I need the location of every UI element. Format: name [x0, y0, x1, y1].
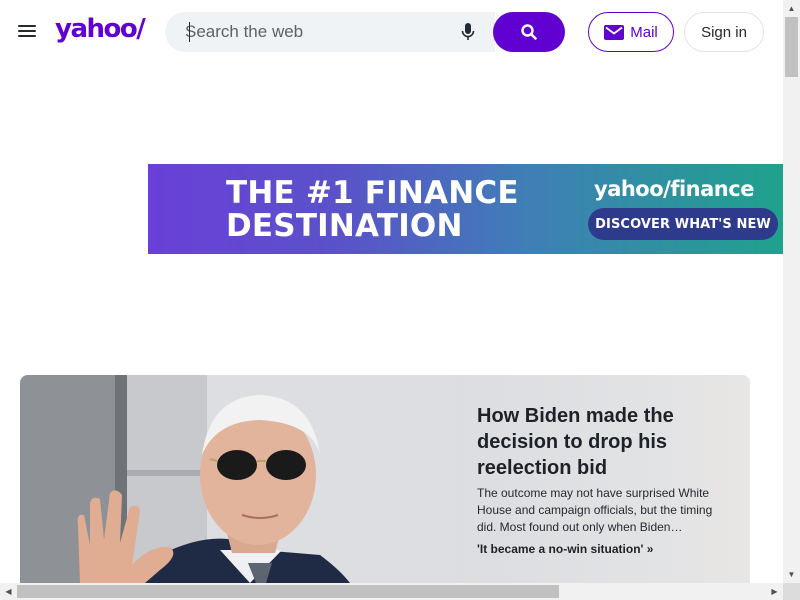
scroll-up-arrow-icon[interactable]: ▲	[783, 0, 800, 17]
finance-ad-banner[interactable]: THE #1 FINANCE DESTINATION yahoo/finance…	[148, 164, 783, 254]
sign-in-button[interactable]: Sign in	[684, 12, 764, 52]
scroll-left-arrow-icon[interactable]: ◀	[0, 583, 17, 600]
mail-button[interactable]: Mail	[588, 12, 674, 52]
top-header: yahoo/ Mail Sign in	[0, 0, 783, 64]
hero-story-title[interactable]: How Biden made the decision to drop his …	[477, 403, 737, 481]
hero-related-link[interactable]: 'It became a no-win situation' »	[477, 542, 653, 556]
text-cursor	[189, 22, 190, 42]
search-box[interactable]	[165, 12, 495, 52]
mail-icon	[604, 24, 625, 40]
hero-story-card[interactable]: How Biden made the decision to drop his …	[20, 375, 750, 583]
yahoo-logo[interactable]: yahoo/	[55, 14, 146, 44]
page-viewport: yahoo/ Mail Sign in	[0, 0, 783, 583]
horizontal-scrollbar[interactable]: ◀ ▶	[0, 583, 783, 600]
vertical-scrollbar[interactable]: ▲ ▼	[783, 0, 800, 583]
hero-story-summary: The outcome may not have surprised White…	[477, 486, 713, 534]
search-input[interactable]	[185, 12, 445, 52]
scrollbar-corner	[783, 583, 800, 600]
search-button[interactable]	[493, 12, 565, 52]
scroll-right-arrow-icon[interactable]: ▶	[766, 583, 783, 600]
ad-brand-logo: yahoo/finance	[594, 177, 754, 201]
mail-label: Mail	[630, 23, 658, 41]
ad-cta-button[interactable]: DISCOVER WHAT'S NEW	[588, 208, 778, 240]
ad-headline-line2: DESTINATION	[226, 208, 463, 244]
search-icon	[521, 24, 537, 40]
hero-story-text: How Biden made the decision to drop his …	[455, 375, 750, 583]
vertical-scroll-thumb[interactable]	[785, 17, 798, 77]
mic-icon[interactable]	[460, 22, 476, 42]
scroll-down-arrow-icon[interactable]: ▼	[783, 566, 800, 583]
horizontal-scroll-thumb[interactable]	[17, 585, 559, 598]
hero-story-image[interactable]	[20, 375, 455, 583]
ad-headline-line1: THE #1 FINANCE	[226, 175, 519, 211]
ad-headline: THE #1 FINANCE DESTINATION	[226, 177, 519, 243]
menu-icon[interactable]	[18, 22, 40, 42]
